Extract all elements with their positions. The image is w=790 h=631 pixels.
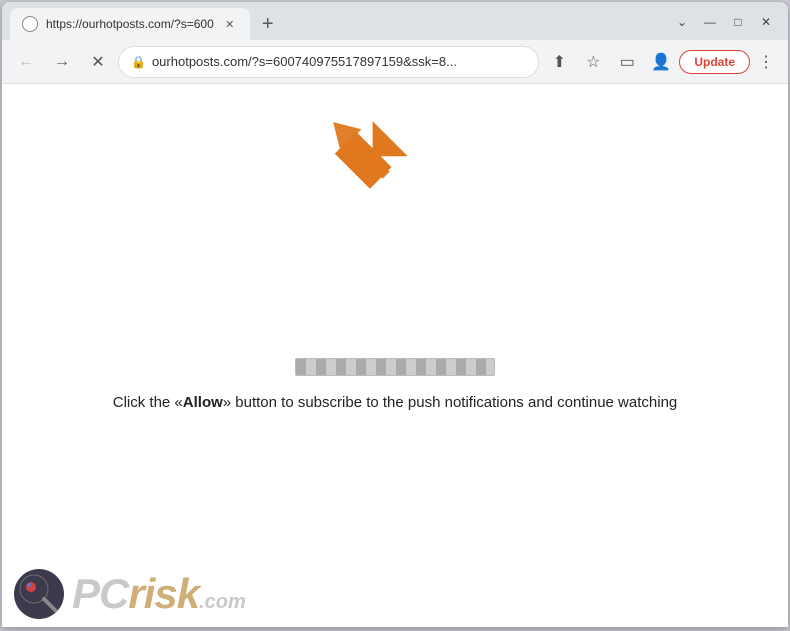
page-content: Click the «Allow» button to subscribe to… [2,84,788,627]
update-button[interactable]: Update [679,50,750,74]
minimize-button[interactable]: — [696,8,724,36]
navigation-bar: ← → ✕ 🔒 ourhotposts.com/?s=6007409755178… [2,40,788,84]
instruction-text: Click the «Allow» button to subscribe to… [113,392,678,413]
reload-button[interactable]: ✕ [82,46,114,78]
risk-text: risk [128,573,199,615]
more-options-button[interactable]: ⋮ [752,48,780,76]
progress-bar [295,358,495,376]
maximize-button[interactable]: □ [724,8,752,36]
url-display: ourhotposts.com/?s=600740975517897159&ss… [152,54,526,69]
allow-text: Allow [183,394,223,411]
lock-icon: 🔒 [131,55,146,69]
browser-window: https://ourhotposts.com/?s=600 ✕ + ⌄ — □… [2,2,788,627]
center-content: Click the «Allow» button to subscribe to… [113,358,678,413]
chevron-down-icon[interactable]: ⌄ [668,8,696,36]
bookmark-icon[interactable]: ☆ [577,46,609,78]
pcrisk-watermark: PC risk .com [2,561,258,627]
tab-close-button[interactable]: ✕ [222,16,238,32]
pcrisk-logo-icon [14,569,64,619]
close-button[interactable]: ✕ [752,8,780,36]
active-tab[interactable]: https://ourhotposts.com/?s=600 ✕ [10,8,250,40]
share-icon[interactable]: ⬆ [543,46,575,78]
back-button[interactable]: ← [10,46,42,78]
pointing-arrow [315,104,415,209]
tab-bar: https://ourhotposts.com/?s=600 ✕ + ⌄ — □… [2,2,788,40]
nav-actions: ⬆ ☆ ▭ 👤 Update ⋮ [543,46,780,78]
forward-button[interactable]: → [46,46,78,78]
progress-bar-fill [296,359,494,375]
window-controls: ⌄ — □ ✕ [668,8,780,36]
pc-text: PC [72,573,128,615]
tab-favicon [22,16,38,32]
pcrisk-brand-text: PC risk .com [72,573,246,615]
dotcom-text: .com [199,591,246,614]
profile-icon[interactable]: 👤 [645,46,677,78]
tab-title: https://ourhotposts.com/?s=600 [46,17,214,31]
address-bar[interactable]: 🔒 ourhotposts.com/?s=600740975517897159&… [118,46,539,78]
sidebar-icon[interactable]: ▭ [611,46,643,78]
new-tab-button[interactable]: + [254,10,282,38]
